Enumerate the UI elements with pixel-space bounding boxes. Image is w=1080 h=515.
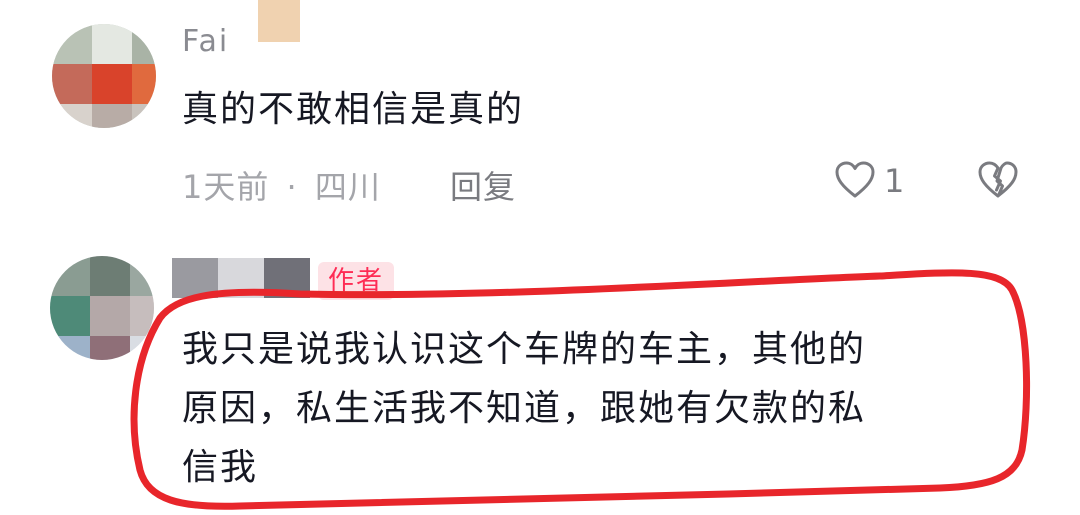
like-button[interactable] [834, 160, 876, 204]
comment-item: 作者 我只是说我认识这个车牌的车主，其他的 原因，私生活我不知道，跟她有欠款的私… [0, 250, 1080, 515]
avatar[interactable] [50, 256, 154, 360]
timestamp: 1天前 [182, 168, 270, 206]
like-count: 1 [884, 162, 905, 200]
avatar[interactable] [52, 24, 156, 128]
comment-text-line: 原因，私生活我不知道，跟她有欠款的私 [182, 388, 867, 429]
reply-button[interactable]: 回复 [450, 162, 516, 208]
comment-text-line: 我只是说我认识这个车牌的车主，其他的 [182, 329, 867, 370]
redacted-username[interactable] [172, 258, 312, 298]
comment-text-line: 信我 [182, 447, 259, 488]
comment-meta: 1天前 · 四川 [182, 162, 381, 208]
redacted-mosaic [258, 0, 300, 42]
dislike-button[interactable] [976, 160, 1020, 204]
author-badge: 作者 [318, 262, 395, 300]
username[interactable]: Fai [182, 24, 229, 59]
comment-item: Fai 真的不敢相信是真的 1天前 · 四川 回复 1 [0, 0, 1080, 230]
separator: · [286, 168, 298, 206]
location: 四川 [314, 168, 381, 206]
comment-text: 我只是说我认识这个车牌的车主，其他的 原因，私生活我不知道，跟她有欠款的私 信我 [182, 320, 866, 497]
broken-heart-icon [978, 161, 1018, 198]
heart-outline-icon [835, 161, 875, 198]
comment-text: 真的不敢相信是真的 [182, 89, 525, 130]
